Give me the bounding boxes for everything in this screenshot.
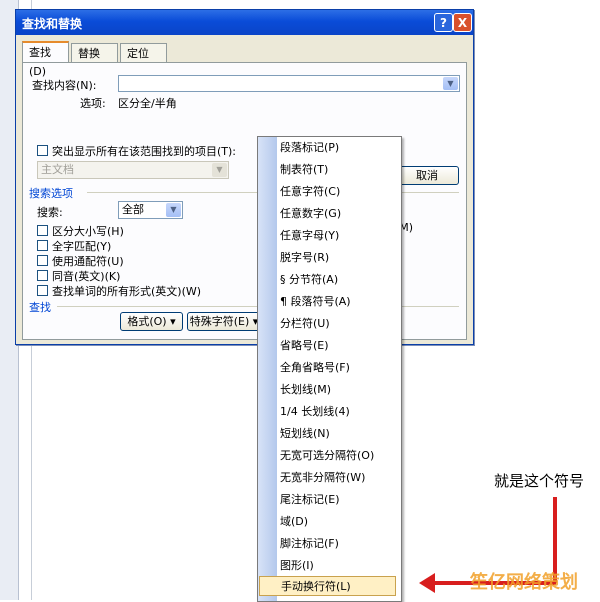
match-case-checkbox[interactable] <box>37 225 48 236</box>
menu-item-any-letter[interactable]: 任意字母(Y) <box>280 226 339 246</box>
wildcards-checkbox[interactable] <box>37 255 48 266</box>
highlight-scope-select[interactable]: 主文档 ▼ <box>37 161 229 179</box>
tab-replace[interactable]: 替换(P) <box>71 43 118 79</box>
menu-item-section-character[interactable]: § 分节符(A) <box>280 270 338 290</box>
tab-goto[interactable]: 定位(G) <box>120 43 167 79</box>
match-case-label: 区分大小写(H) <box>52 225 124 238</box>
options-value: 区分全/半角 <box>118 97 177 110</box>
word-forms-label: 查找单词的所有形式(英文)(W) <box>52 285 202 298</box>
tab-find[interactable]: 查找(D) <box>22 41 69 78</box>
annotation-text: 就是这个符号 <box>494 472 585 490</box>
menu-item-column-break[interactable]: 分栏符(U) <box>280 314 330 334</box>
menu-item-ellipsis[interactable]: 省略号(E) <box>280 336 329 356</box>
format-button[interactable]: 格式(O) ▾ <box>120 312 183 331</box>
close-button[interactable]: X <box>453 13 472 32</box>
whole-word-checkbox[interactable] <box>37 240 48 251</box>
menu-item-paragraph-character[interactable]: ¶ 段落符号(A) <box>280 292 351 312</box>
highlight-label: 突出显示所有在该范围找到的项目(T): <box>52 145 237 158</box>
whole-word-label: 全字匹配(Y) <box>52 240 112 253</box>
cancel-button[interactable]: 取消 <box>395 166 459 185</box>
options-label: 选项: <box>80 97 106 110</box>
menu-item-endnote-mark[interactable]: 尾注标记(E) <box>280 490 340 510</box>
wildcards-label: 使用通配符(U) <box>52 255 124 268</box>
chevron-down-icon[interactable]: ▼ <box>212 163 227 177</box>
menu-item-quarter-em-dash[interactable]: 1/4 长划线(4) <box>280 402 350 422</box>
menu-item-em-dash[interactable]: 长划线(M) <box>280 380 331 400</box>
annotation-arrow-icon <box>419 573 435 593</box>
find-input[interactable]: ▼ <box>118 75 460 92</box>
chevron-down-icon[interactable]: ▼ <box>166 203 181 217</box>
menu-item-en-dash[interactable]: 短划线(N) <box>280 424 330 444</box>
find-section-title: 查找 <box>29 301 51 314</box>
word-forms-checkbox[interactable] <box>37 285 48 296</box>
chevron-down-icon[interactable]: ▼ <box>443 77 458 90</box>
menu-item-paragraph-mark[interactable]: 段落标记(P) <box>280 138 339 158</box>
watermark: 笙亿网络策划 <box>470 572 578 593</box>
special-characters-menu: 段落标记(P) 制表符(T) 任意字符(C) 任意数字(G) 任意字母(Y) 脱… <box>257 136 402 602</box>
menu-item-fullwidth-ellipsis[interactable]: 全角省略号(F) <box>280 358 350 378</box>
dialog-title: 查找和替换 <box>22 17 83 31</box>
menu-item-any-digit[interactable]: 任意数字(G) <box>280 204 341 224</box>
menu-item-caret[interactable]: 脱字号(R) <box>280 248 329 268</box>
menu-item-manual-line-break[interactable]: 手动换行符(L) <box>259 576 396 596</box>
menu-icon-strip <box>258 137 277 601</box>
special-button[interactable]: 特殊字符(E) ▾ <box>187 312 261 331</box>
dialog-titlebar[interactable]: 查找和替换 ? X <box>16 10 473 35</box>
search-options-title: 搜索选项 <box>29 187 73 200</box>
menu-item-zero-width-non-break[interactable]: 无宽非分隔符(W) <box>280 468 365 488</box>
highlight-checkbox[interactable] <box>37 145 48 156</box>
search-direction-select[interactable]: 全部 ▼ <box>118 201 183 219</box>
sounds-like-checkbox[interactable] <box>37 270 48 281</box>
highlight-scope-value: 主文档 <box>41 163 74 176</box>
menu-item-footnote-mark[interactable]: 脚注标记(F) <box>280 534 339 554</box>
menu-item-any-character[interactable]: 任意字符(C) <box>280 182 340 202</box>
sounds-like-label: 同音(英文)(K) <box>52 270 121 283</box>
menu-item-graphic[interactable]: 图形(I) <box>280 556 314 576</box>
menu-item-tab-character[interactable]: 制表符(T) <box>280 160 328 180</box>
menu-item-field[interactable]: 域(D) <box>280 512 308 532</box>
help-button[interactable]: ? <box>434 13 453 32</box>
find-replace-dialog: 查找和替换 ? X 查找(D) 替换(P) 定位(G) 查找内容(N): ▼ 选… <box>15 9 474 345</box>
menu-item-zero-width-optional-break[interactable]: 无宽可选分隔符(O) <box>280 446 374 466</box>
search-direction-label: 搜索: <box>37 206 63 219</box>
search-direction-value: 全部 <box>122 203 144 216</box>
